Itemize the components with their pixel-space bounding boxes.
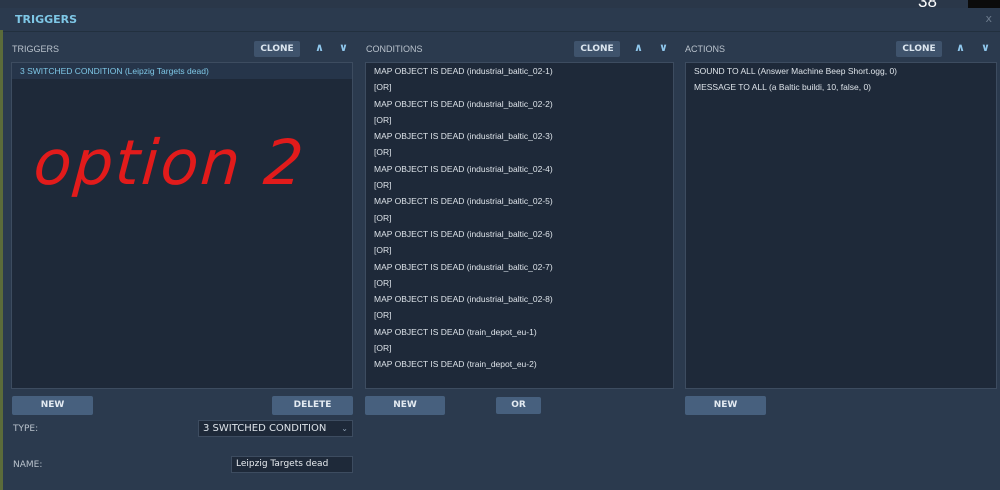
list-item[interactable]: SOUND TO ALL (Answer Machine Beep Short.… bbox=[686, 63, 996, 79]
triggers-label: TRIGGERS bbox=[12, 44, 60, 54]
new-action-button[interactable]: NEW bbox=[685, 396, 766, 415]
list-item[interactable]: [OR] bbox=[366, 79, 673, 95]
list-item[interactable]: [OR] bbox=[366, 210, 673, 226]
list-item[interactable]: MAP OBJECT IS DEAD (industrial_baltic_02… bbox=[366, 193, 673, 209]
list-item[interactable]: MESSAGE TO ALL (a Baltic buildi, 10, fal… bbox=[686, 79, 996, 95]
actions-list[interactable]: SOUND TO ALL (Answer Machine Beep Short.… bbox=[685, 62, 997, 389]
list-item[interactable]: [OR] bbox=[366, 112, 673, 128]
chevron-down-icon: ⌄ bbox=[341, 424, 348, 433]
triggers-up-icon[interactable]: ∧ bbox=[315, 41, 324, 54]
list-item[interactable]: MAP OBJECT IS DEAD (industrial_baltic_02… bbox=[366, 63, 673, 79]
list-item[interactable]: MAP OBJECT IS DEAD (industrial_baltic_02… bbox=[366, 161, 673, 177]
corner-icon bbox=[968, 0, 1000, 8]
close-icon[interactable]: x bbox=[985, 12, 992, 25]
actions-label: ACTIONS bbox=[685, 44, 726, 54]
triggers-down-icon[interactable]: ∨ bbox=[339, 41, 348, 54]
top-strip bbox=[0, 0, 1000, 8]
actions-clone-button[interactable]: CLONE bbox=[896, 41, 942, 57]
conditions-down-icon[interactable]: ∨ bbox=[659, 41, 668, 54]
list-item[interactable]: [OR] bbox=[366, 340, 673, 356]
list-item[interactable]: MAP OBJECT IS DEAD (train_depot_eu-2) bbox=[366, 356, 673, 372]
list-item[interactable]: [OR] bbox=[366, 275, 673, 291]
name-input[interactable]: Leipzig Targets dead bbox=[231, 456, 353, 473]
list-item[interactable]: [OR] bbox=[366, 307, 673, 323]
type-select-value: 3 SWITCHED CONDITION bbox=[203, 423, 327, 434]
handwritten-annotation: option 2 bbox=[31, 126, 308, 199]
new-trigger-button[interactable]: NEW bbox=[12, 396, 93, 415]
list-item[interactable]: MAP OBJECT IS DEAD (train_depot_eu-1) bbox=[366, 324, 673, 340]
list-item[interactable]: [OR] bbox=[366, 242, 673, 258]
list-item[interactable]: [OR] bbox=[366, 177, 673, 193]
name-label: NAME: bbox=[13, 460, 43, 470]
actions-up-icon[interactable]: ∧ bbox=[956, 41, 965, 54]
delete-trigger-button[interactable]: DELETE bbox=[272, 396, 353, 415]
list-item[interactable]: MAP OBJECT IS DEAD (industrial_baltic_02… bbox=[366, 128, 673, 144]
window-title: TRIGGERS bbox=[15, 13, 78, 26]
type-select[interactable]: 3 SWITCHED CONDITION ⌄ bbox=[198, 420, 353, 437]
list-item[interactable]: MAP OBJECT IS DEAD (industrial_baltic_02… bbox=[366, 96, 673, 112]
list-item[interactable]: 3 SWITCHED CONDITION (Leipzig Targets de… bbox=[12, 63, 352, 80]
triggers-clone-button[interactable]: CLONE bbox=[254, 41, 300, 57]
conditions-up-icon[interactable]: ∧ bbox=[634, 41, 643, 54]
background-edge bbox=[0, 30, 3, 490]
conditions-label: CONDITIONS bbox=[366, 44, 423, 54]
title-bar: TRIGGERS x bbox=[3, 8, 1000, 32]
type-label: TYPE: bbox=[13, 424, 39, 434]
list-item[interactable]: [OR] bbox=[366, 144, 673, 160]
new-condition-button[interactable]: NEW bbox=[365, 396, 445, 415]
list-item[interactable]: MAP OBJECT IS DEAD (industrial_baltic_02… bbox=[366, 259, 673, 275]
or-button[interactable]: OR bbox=[496, 397, 541, 414]
list-item[interactable]: MAP OBJECT IS DEAD (industrial_baltic_02… bbox=[366, 291, 673, 307]
triggers-list[interactable]: 3 SWITCHED CONDITION (Leipzig Targets de… bbox=[11, 62, 353, 389]
list-item[interactable]: MAP OBJECT IS DEAD (industrial_baltic_02… bbox=[366, 226, 673, 242]
actions-down-icon[interactable]: ∨ bbox=[981, 41, 990, 54]
conditions-list[interactable]: MAP OBJECT IS DEAD (industrial_baltic_02… bbox=[365, 62, 674, 389]
conditions-clone-button[interactable]: CLONE bbox=[574, 41, 620, 57]
